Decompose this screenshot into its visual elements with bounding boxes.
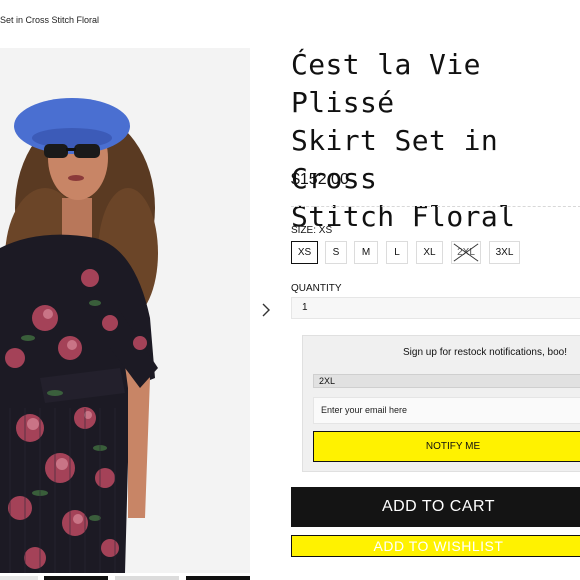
size-label: SIZE: XS [291, 225, 333, 236]
size-option-xl[interactable]: XL [416, 241, 443, 264]
restock-size-select[interactable]: 2XL [313, 374, 580, 388]
add-to-wishlist-button[interactable]: ADD TO WISHLIST [291, 535, 580, 557]
size-option-l[interactable]: L [386, 241, 408, 264]
size-option-s[interactable]: S [325, 241, 347, 264]
quantity-input[interactable]: 1 [291, 297, 580, 319]
size-option-xs[interactable]: XS [291, 241, 318, 264]
product-image [0, 48, 250, 573]
email-field[interactable]: Enter your email here [313, 397, 580, 424]
restock-panel: Sign up for restock notifications, boo! … [302, 335, 580, 472]
next-image-chevron-icon[interactable] [258, 300, 274, 320]
breadcrumb[interactable]: Set in Cross Stitch Floral [0, 15, 99, 25]
size-option-3xl[interactable]: 3XL [489, 241, 520, 264]
quantity-label: QUANTITY [291, 283, 342, 294]
thumbnail[interactable] [0, 576, 38, 580]
product-title: Ćest la Vie Plissé Skirt Set in Cross St… [291, 48, 516, 233]
product-price: $152.00 [291, 171, 349, 188]
size-option-2xl-sold-out[interactable]: 2XL [451, 241, 481, 264]
thumbnail[interactable] [186, 576, 250, 580]
add-to-cart-button[interactable]: ADD TO CART [291, 487, 580, 527]
thumbnail[interactable] [44, 576, 108, 580]
restock-title: Sign up for restock notifications, boo! [403, 347, 567, 358]
thumbnail[interactable] [115, 576, 179, 580]
thumbnail-strip [0, 576, 260, 580]
notify-me-button[interactable]: NOTIFY ME [313, 431, 580, 462]
size-option-m[interactable]: M [354, 241, 378, 264]
divider [291, 206, 580, 207]
